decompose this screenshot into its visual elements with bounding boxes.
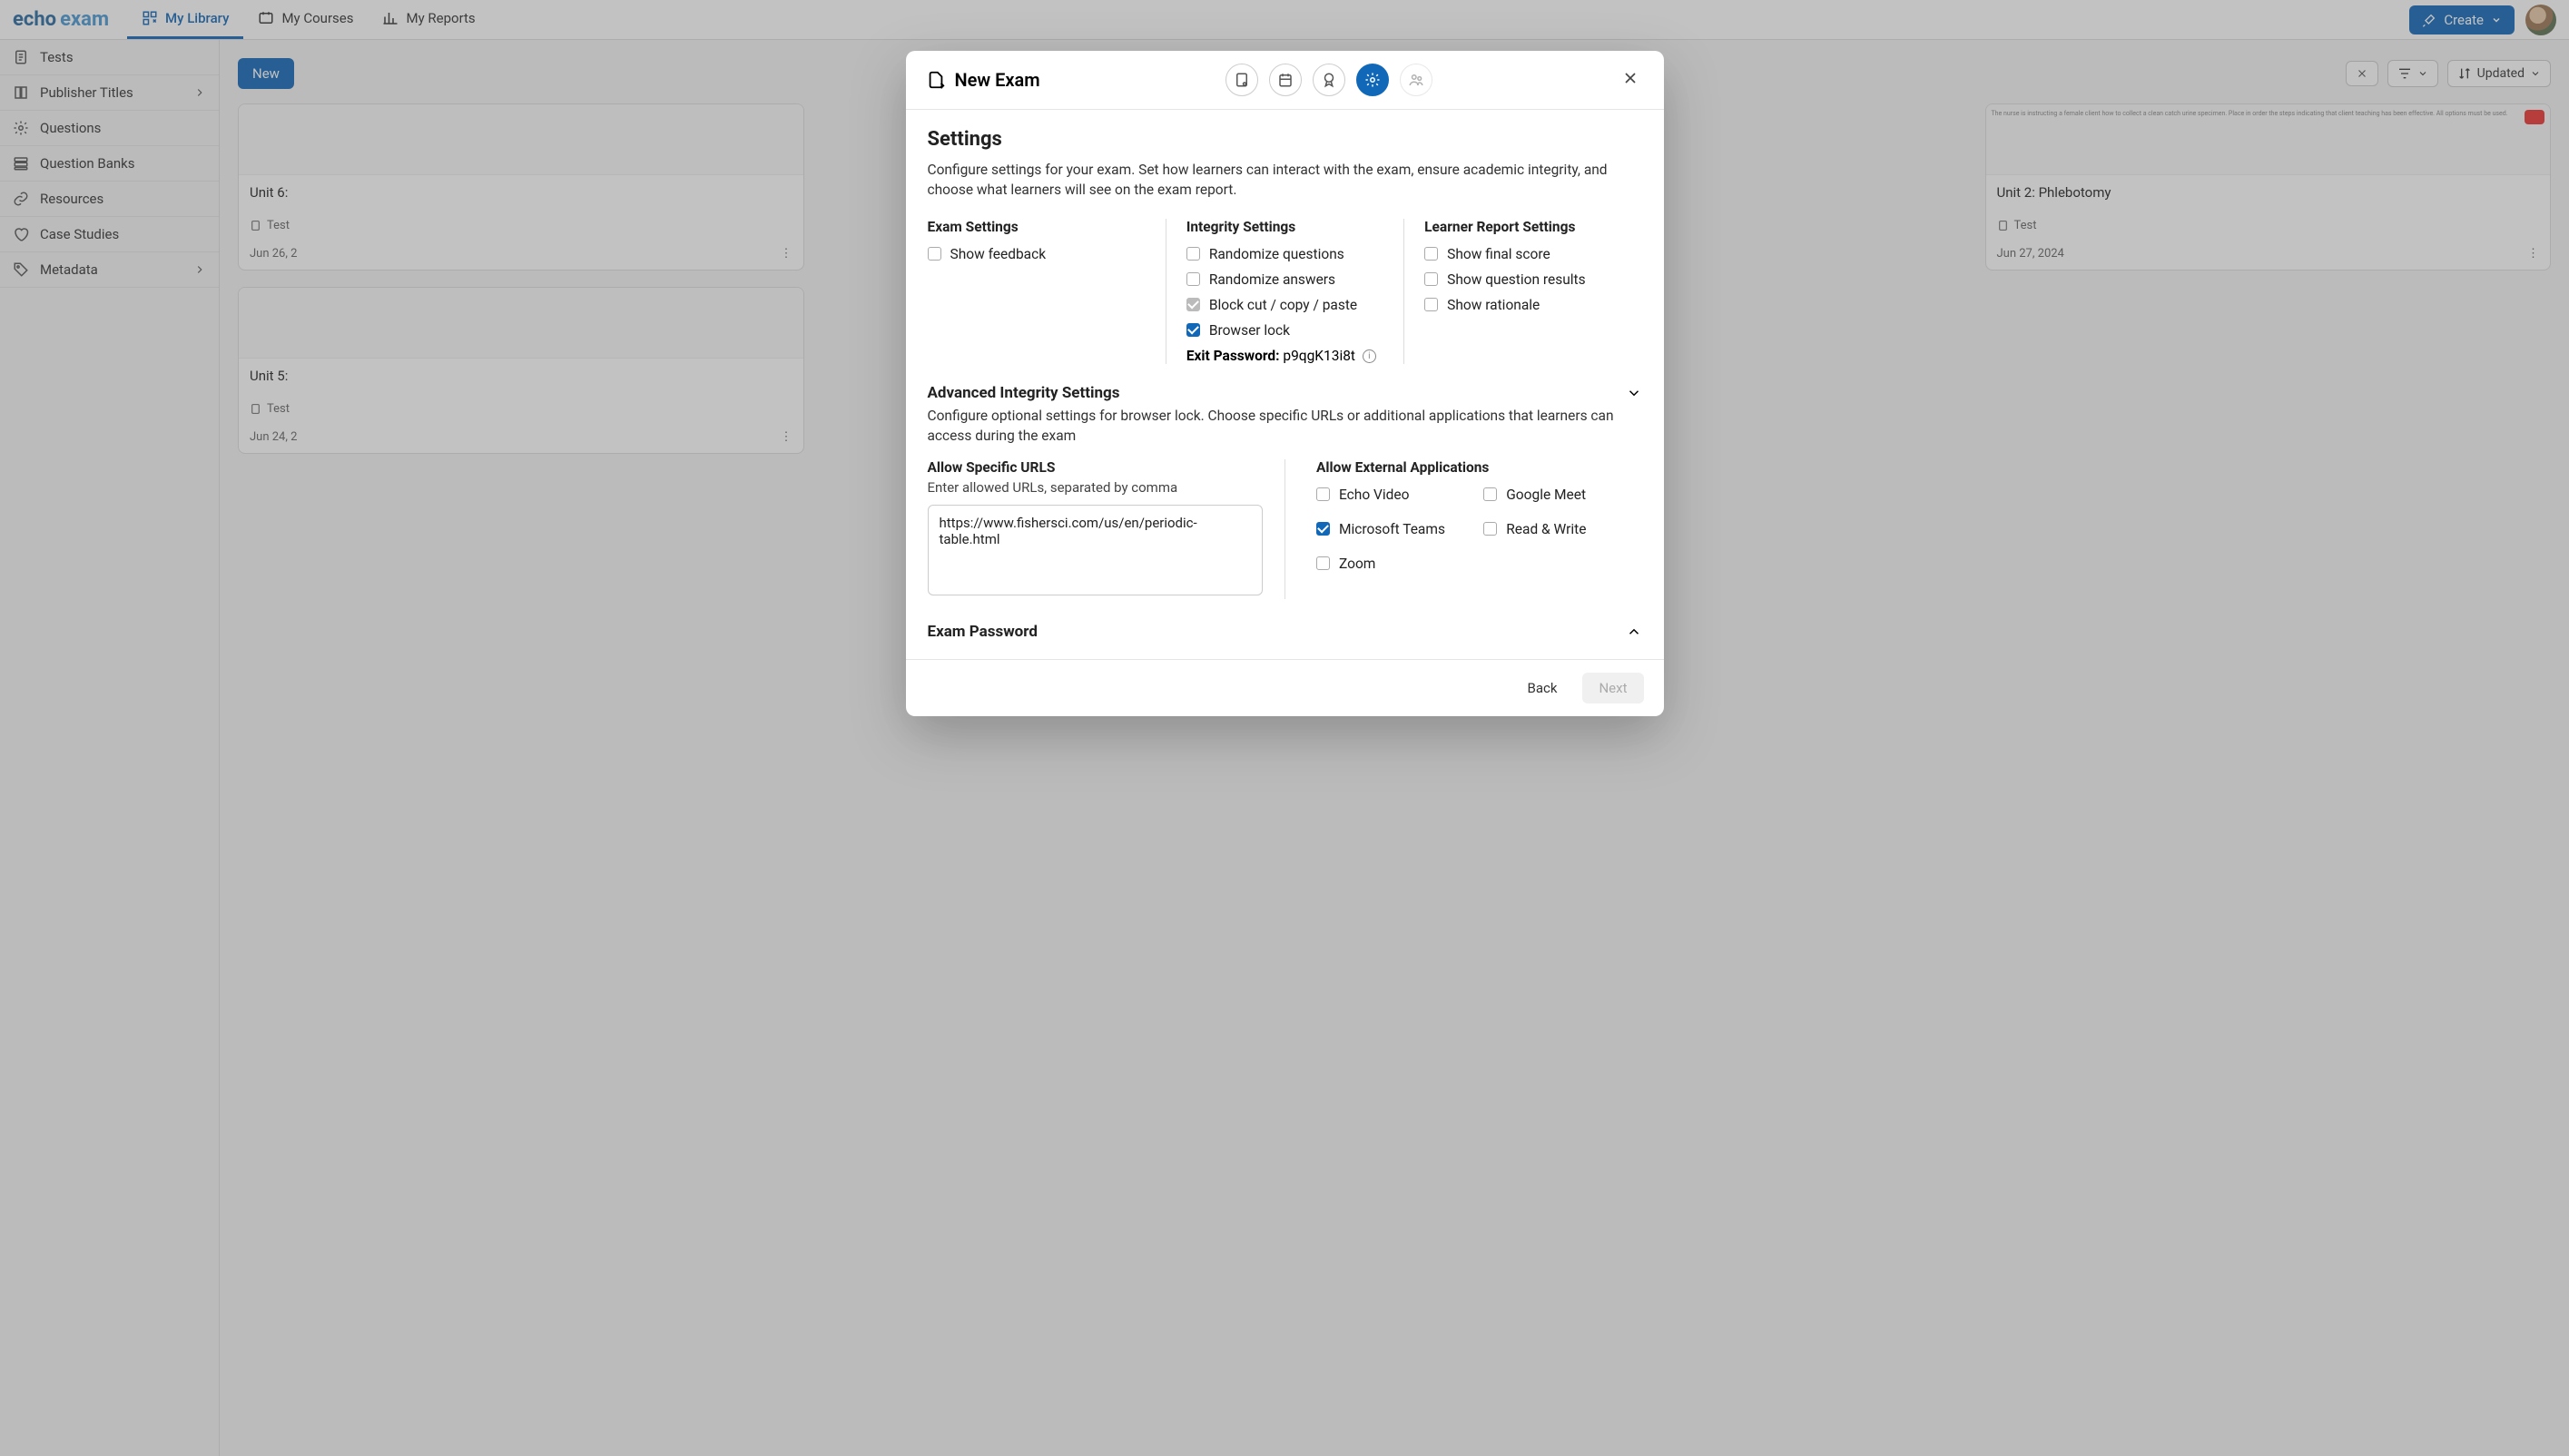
modal-overlay: New Exam Settings Configure settings for… <box>0 0 2569 1456</box>
step-settings[interactable] <box>1356 64 1389 96</box>
allow-apps-heading: Allow External Applications <box>1316 459 1642 476</box>
app-ms-teams-checkbox[interactable]: Microsoft Teams <box>1316 521 1474 537</box>
back-button[interactable]: Back <box>1511 673 1574 703</box>
settings-description: Configure settings for your exam. Set ho… <box>928 160 1642 201</box>
info-icon[interactable]: i <box>1363 349 1376 363</box>
step-badge[interactable] <box>1313 64 1345 96</box>
close-icon <box>1621 69 1639 87</box>
show-final-score-checkbox[interactable]: Show final score <box>1424 246 1621 262</box>
page-icon <box>1234 72 1250 88</box>
wizard-steps <box>1225 64 1432 96</box>
block-ccp-checkbox[interactable]: Block cut / copy / paste <box>1186 297 1383 313</box>
show-question-results-checkbox[interactable]: Show question results <box>1424 271 1621 288</box>
advanced-integrity-toggle[interactable]: Advanced Integrity Settings <box>928 384 1642 402</box>
calendar-icon <box>1277 72 1294 88</box>
randomize-questions-checkbox[interactable]: Randomize questions <box>1186 246 1383 262</box>
close-button[interactable] <box>1618 65 1643 94</box>
app-google-meet-checkbox[interactable]: Google Meet <box>1483 487 1641 503</box>
modal-title: New Exam <box>926 69 1040 91</box>
show-feedback-checkbox[interactable]: Show feedback <box>928 246 1146 262</box>
exam-settings-heading: Exam Settings <box>928 219 1146 235</box>
medal-icon <box>1321 72 1337 88</box>
settings-heading: Settings <box>928 128 1642 151</box>
chevron-up-icon <box>1626 624 1642 640</box>
advanced-integrity-description: Configure optional settings for browser … <box>928 406 1642 447</box>
step-assign[interactable] <box>1400 64 1432 96</box>
show-rationale-checkbox[interactable]: Show rationale <box>1424 297 1621 313</box>
allowed-urls-textarea[interactable] <box>928 505 1264 595</box>
browser-lock-checkbox[interactable]: Browser lock <box>1186 322 1383 339</box>
app-echo-video-checkbox[interactable]: Echo Video <box>1316 487 1474 503</box>
next-button[interactable]: Next <box>1582 673 1643 703</box>
app-zoom-checkbox[interactable]: Zoom <box>1316 556 1474 572</box>
allow-urls-heading: Allow Specific URLS <box>928 459 1264 476</box>
new-exam-modal: New Exam Settings Configure settings for… <box>906 51 1664 716</box>
exam-password-toggle[interactable]: Exam Password <box>928 623 1642 641</box>
randomize-answers-checkbox[interactable]: Randomize answers <box>1186 271 1383 288</box>
app-read-write-checkbox[interactable]: Read & Write <box>1483 521 1641 537</box>
chevron-down-icon <box>1626 385 1642 401</box>
step-details[interactable] <box>1225 64 1258 96</box>
allow-urls-hint: Enter allowed URLs, separated by comma <box>928 479 1264 496</box>
step-schedule[interactable] <box>1269 64 1302 96</box>
gear-icon <box>1364 72 1381 88</box>
integrity-settings-heading: Integrity Settings <box>1186 219 1383 235</box>
users-icon <box>1408 72 1424 88</box>
exit-password-value: p9qgK13i8t <box>1283 348 1355 364</box>
learner-report-heading: Learner Report Settings <box>1424 219 1621 235</box>
exit-password-row: Exit Password: p9qgK13i8t i <box>1186 348 1383 364</box>
exam-icon <box>926 70 946 90</box>
